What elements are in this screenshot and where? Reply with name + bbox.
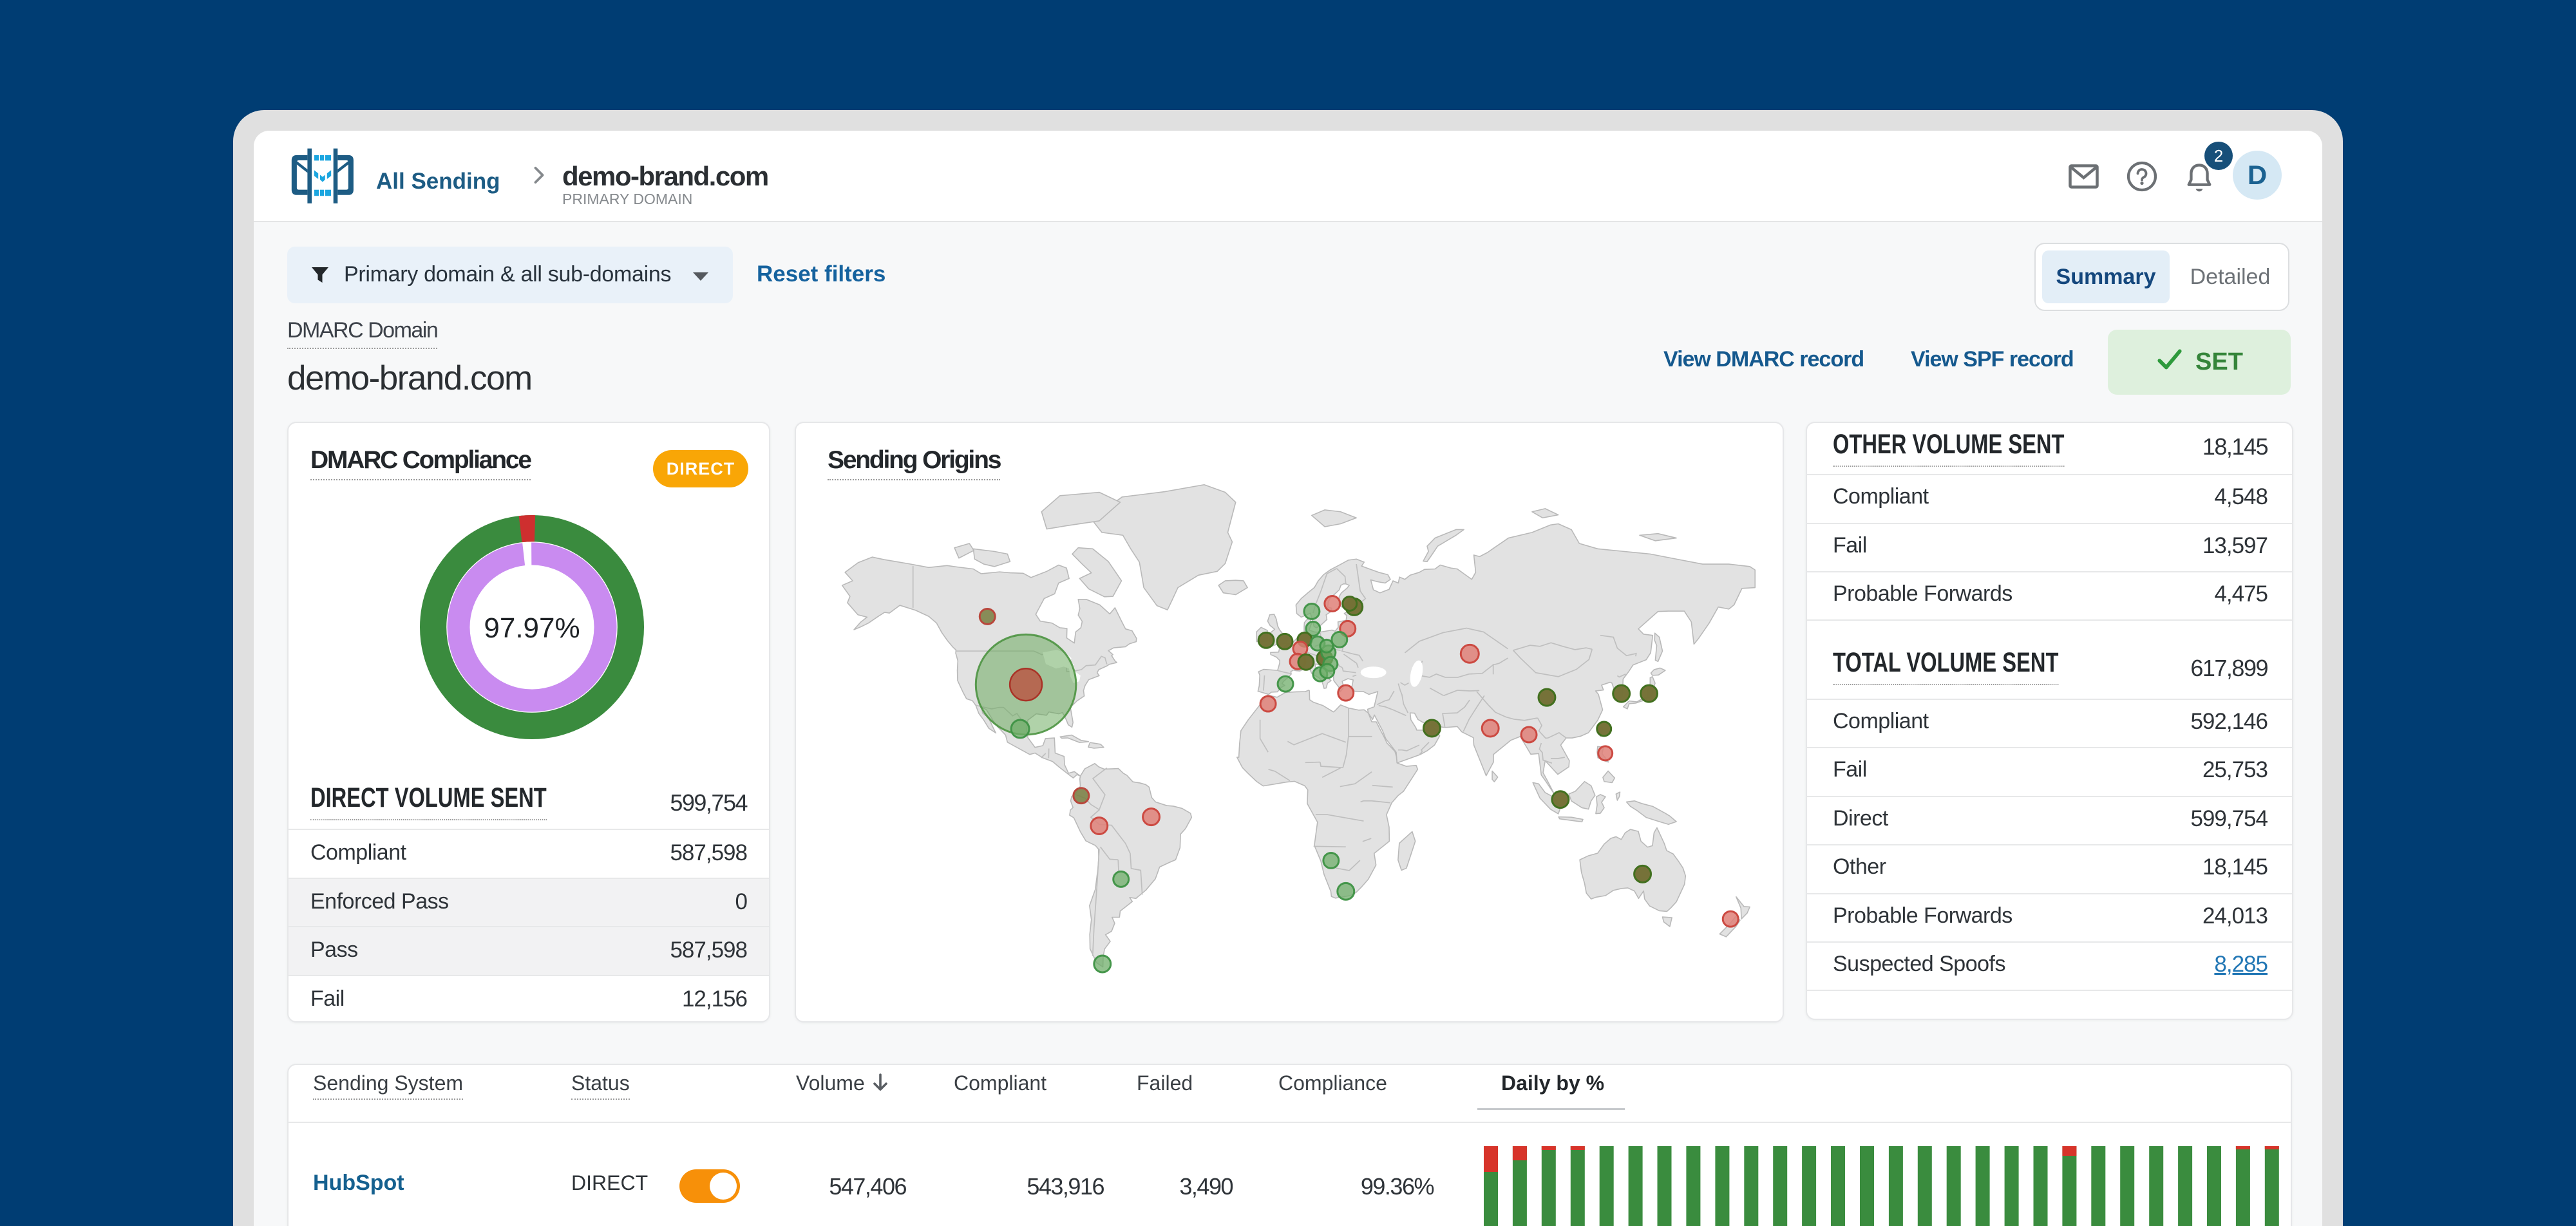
svg-text:97.97%: 97.97% [484, 612, 580, 644]
